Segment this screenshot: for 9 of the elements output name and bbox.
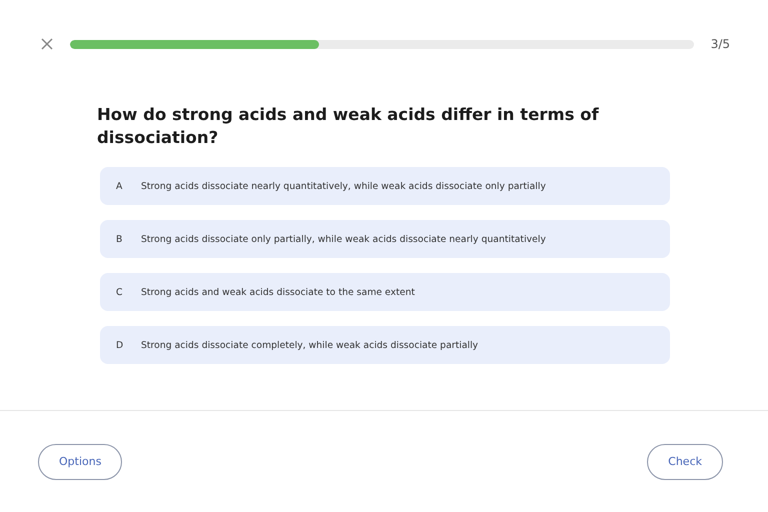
options-button[interactable]: Options	[38, 444, 122, 480]
progress-counter: 3/5	[710, 37, 730, 51]
answer-option[interactable]: D Strong acids dissociate completely, while weak acids dissociate partially	[100, 326, 670, 364]
question-text: How do strong acids and weak acids differ in terms of dissociation?	[97, 104, 600, 149]
check-button[interactable]: Check	[647, 444, 723, 480]
close-icon[interactable]	[41, 38, 53, 50]
answer-option[interactable]: A Strong acids dissociate nearly quantitatively, while weak acids dissociate only partially	[100, 167, 670, 205]
answer-option[interactable]: B Strong acids dissociate only partially, while weak acids dissociate nearly quantitatively	[100, 220, 670, 258]
answer-option[interactable]: C Strong acids and weak acids dissociate to the same extent	[100, 273, 670, 311]
